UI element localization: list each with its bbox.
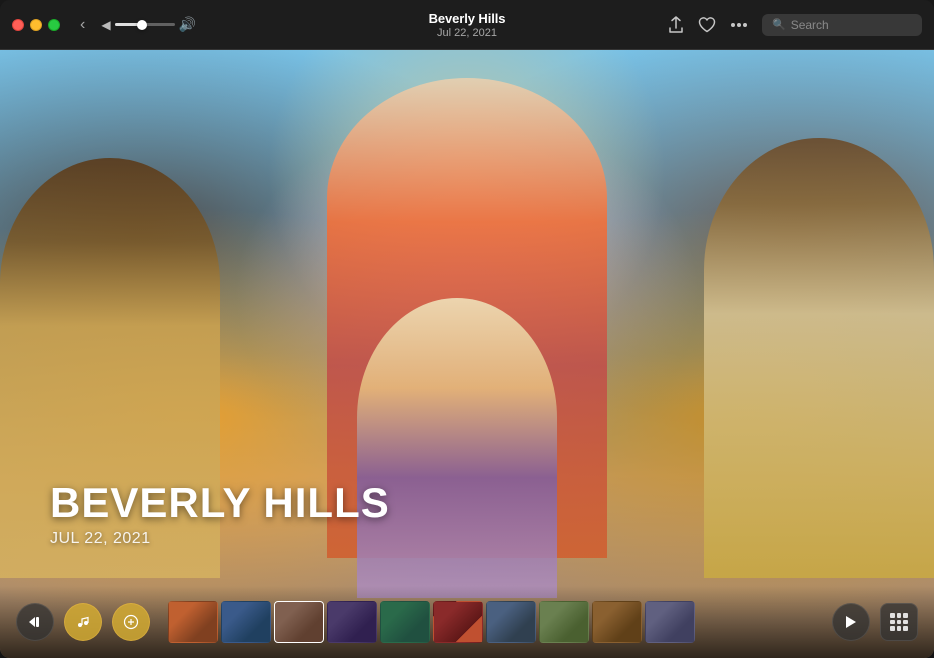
- volume-icon: ◀: [101, 18, 110, 32]
- minimize-button[interactable]: [30, 19, 42, 31]
- filmstrip-thumb-8[interactable]: [539, 601, 589, 643]
- maximize-button[interactable]: [48, 19, 60, 31]
- filter-button[interactable]: [112, 603, 150, 641]
- close-button[interactable]: [12, 19, 24, 31]
- nav-controls: ‹ ◀ 🔊: [76, 14, 196, 36]
- search-placeholder: Search: [791, 18, 829, 32]
- rewind-button[interactable]: [16, 603, 54, 641]
- filmstrip-thumb-9[interactable]: [592, 601, 642, 643]
- overlay-date: JUL 22, 2021: [50, 530, 390, 548]
- filmstrip-thumb-10[interactable]: [645, 601, 695, 643]
- filmstrip-thumb-2[interactable]: [221, 601, 271, 643]
- search-icon: 🔍: [772, 18, 786, 31]
- filmstrip-thumb-3[interactable]: [274, 601, 324, 643]
- titlebar-right: 🔍 Search: [668, 14, 922, 36]
- filmstrip: [168, 601, 814, 643]
- more-button[interactable]: [730, 22, 748, 28]
- title-overlay: BEVERLY HILLS JUL 22, 2021: [50, 482, 390, 548]
- filmstrip-thumb-1[interactable]: [168, 601, 218, 643]
- titlebar-center: Beverly Hills Jul 22, 2021: [429, 11, 506, 39]
- grid-icon: [890, 613, 908, 631]
- content-area: BEVERLY HILLS JUL 22, 2021: [0, 50, 934, 658]
- traffic-lights: [12, 19, 60, 31]
- grid-view-button[interactable]: [880, 603, 918, 641]
- back-button[interactable]: ‹: [76, 14, 89, 36]
- person-right: [704, 138, 934, 578]
- share-button[interactable]: [668, 16, 684, 34]
- app-window: ‹ ◀ 🔊 Beverly Hills Jul 22, 2021: [0, 0, 934, 658]
- favorite-button[interactable]: [698, 17, 716, 33]
- person-front: [357, 298, 557, 598]
- volume-slider[interactable]: [115, 23, 175, 26]
- filmstrip-thumb-6[interactable]: [433, 601, 483, 643]
- volume-control: ◀ 🔊: [101, 16, 196, 33]
- overlay-title: BEVERLY HILLS: [50, 482, 390, 524]
- music-button[interactable]: [64, 603, 102, 641]
- titlebar: ‹ ◀ 🔊 Beverly Hills Jul 22, 2021: [0, 0, 934, 50]
- volume-fill: [115, 23, 142, 26]
- play-button[interactable]: [832, 603, 870, 641]
- filmstrip-thumb-7[interactable]: [486, 601, 536, 643]
- volume-high-icon: 🔊: [179, 16, 196, 33]
- filmstrip-thumb-5[interactable]: [380, 601, 430, 643]
- titlebar-title: Beverly Hills: [429, 11, 506, 26]
- bottom-bar: [0, 586, 934, 658]
- search-bar[interactable]: 🔍 Search: [762, 14, 922, 36]
- volume-thumb: [137, 20, 147, 30]
- titlebar-subtitle: Jul 22, 2021: [429, 27, 506, 39]
- filmstrip-thumb-4[interactable]: [327, 601, 377, 643]
- right-controls: [832, 603, 918, 641]
